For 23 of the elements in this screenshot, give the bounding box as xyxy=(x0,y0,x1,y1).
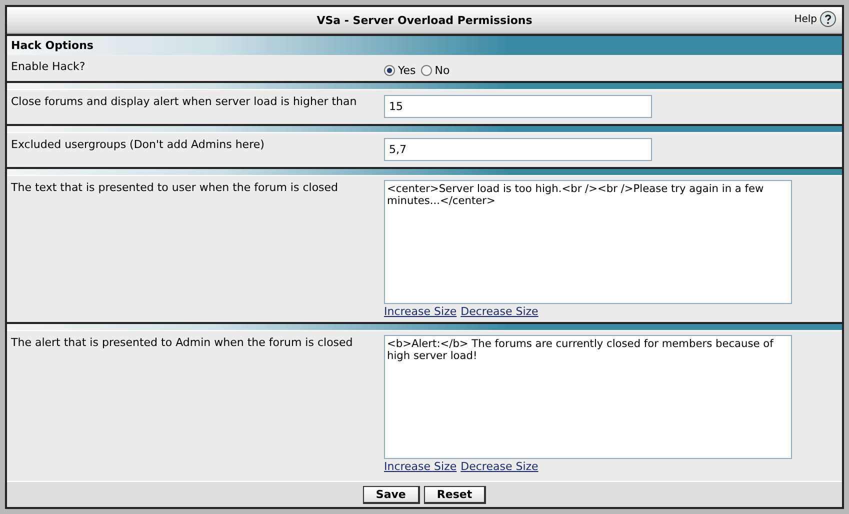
radio-button[interactable] xyxy=(420,65,432,76)
input-field[interactable]: 5,7 xyxy=(384,138,652,161)
form-button[interactable]: Reset xyxy=(424,486,486,504)
field-label: The alert that is presented to Admin when the forum is closed xyxy=(11,335,354,351)
field-label: Excluded usergroups (Don't add Admins here) xyxy=(11,137,266,153)
text-area[interactable]: <b>Alert:</b> The forums are currently closed for members because of high server load! xyxy=(384,335,792,459)
radio-label[interactable]: No xyxy=(434,64,450,77)
field-label: The text that is presented to user when the forum is closed xyxy=(11,180,340,196)
form-button[interactable]: Save xyxy=(362,486,420,504)
radio-button[interactable] xyxy=(384,65,395,76)
field-label: Close forums and display alert when server load is higher than xyxy=(11,94,358,110)
radio-label[interactable]: Yes xyxy=(398,64,416,77)
section-title: Hack Options xyxy=(11,39,94,52)
resize-link[interactable]: Decrease Size xyxy=(460,305,538,318)
help-icon[interactable] xyxy=(820,11,836,27)
field-label: Enable Hack? xyxy=(11,59,86,75)
text-area[interactable]: <center>Server load is too high.<br /><br />Please try again in a few minutes...</center> xyxy=(384,180,792,304)
resize-link[interactable]: Decrease Size xyxy=(460,460,538,473)
help-label[interactable]: Help xyxy=(794,14,817,24)
input-field[interactable]: 15 xyxy=(384,95,652,118)
window-title: VSa - Server Overload Permissions xyxy=(316,14,532,26)
resize-link[interactable]: Increase Size xyxy=(384,460,457,473)
resize-link[interactable]: Increase Size xyxy=(384,305,457,318)
